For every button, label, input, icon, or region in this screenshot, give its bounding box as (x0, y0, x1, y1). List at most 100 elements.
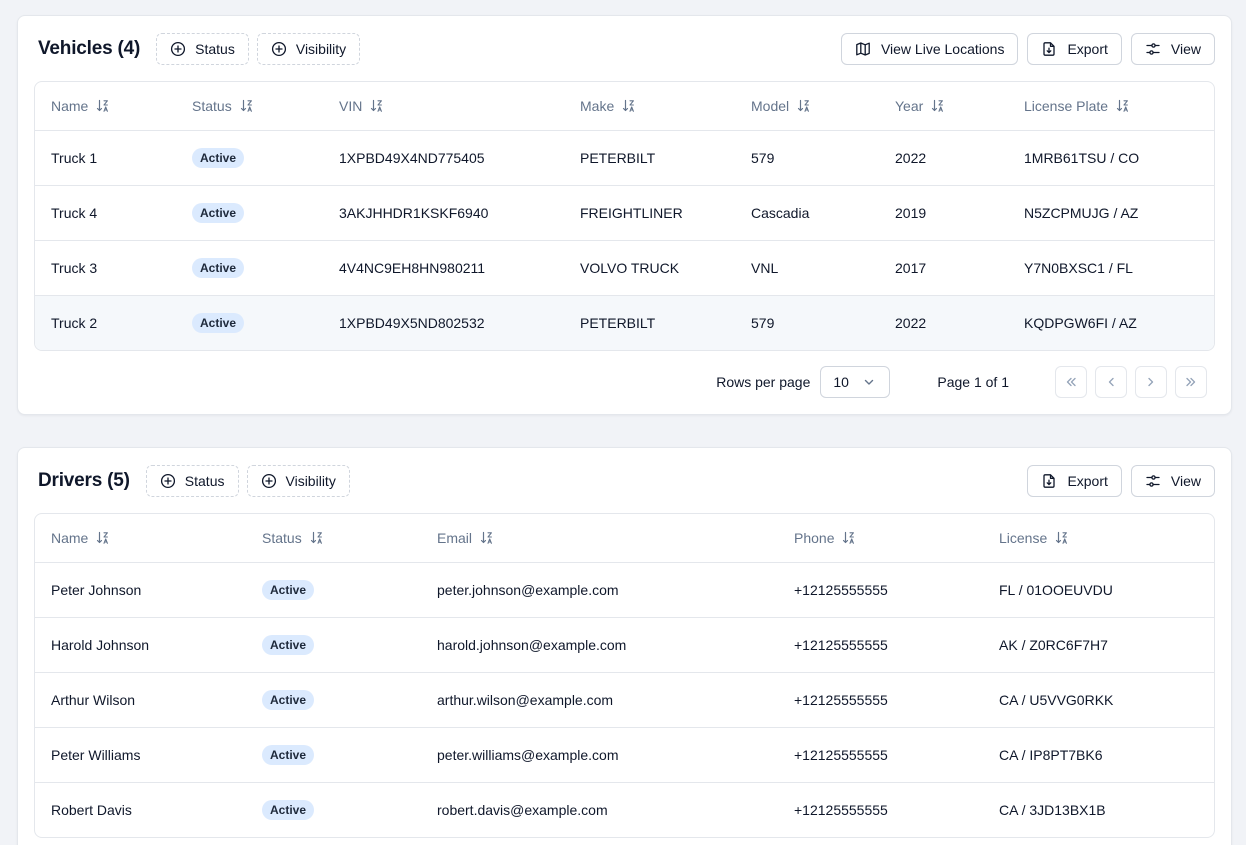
status-badge: Active (192, 147, 245, 168)
drivers-column-header-name[interactable]: Name (35, 514, 246, 563)
drivers-column-header-status[interactable]: Status (246, 514, 421, 563)
cell-text: Truck 4 (51, 204, 98, 221)
drivers-cell-license: CA / IP8PT7BK6 (983, 727, 1214, 783)
cell-text: VNL (751, 259, 779, 276)
sort-icon[interactable] (797, 99, 811, 113)
status-badge: Active (262, 799, 315, 820)
vehicles-export-button[interactable]: Export (1027, 33, 1122, 65)
vehicles-status-filter-button[interactable]: Status (156, 33, 249, 65)
vehicles-column-header-license-plate[interactable]: License Plate (1008, 82, 1214, 131)
vehicles-visibility-filter-button[interactable]: Visibility (256, 33, 361, 65)
drivers-cell-status: Active (246, 617, 421, 673)
vehicles-cell-model: VNL (735, 240, 879, 296)
cell-text: +12125555555 (794, 581, 888, 598)
drivers-header-row: Name Status Email Phone License (35, 514, 1214, 563)
cell-text: AK / Z0RC6F7H7 (999, 636, 1108, 653)
drivers-column-header-email[interactable]: Email (421, 514, 778, 563)
cell-text: PETERBILT (580, 314, 656, 331)
last-page-button[interactable] (1175, 366, 1207, 398)
table-row[interactable]: Peter Williams Active peter.williams@examp… (35, 727, 1214, 783)
table-row[interactable]: Robert Davis Active robert.davis@example.c… (35, 782, 1214, 837)
table-row[interactable]: Truck 4 Active 3AKJHHDR1KSKF6940 FREIGHTLIN… (35, 185, 1214, 241)
column-header-label: Name (51, 529, 89, 546)
sort-icon[interactable] (480, 531, 494, 545)
column-header-inner: VIN (339, 98, 384, 114)
cell-text: Cascadia (751, 204, 810, 221)
drivers-cell-phone: +12125555555 (778, 562, 983, 618)
vehicles-cell-model: 579 (735, 130, 879, 186)
vehicles-column-header-status[interactable]: Status (176, 82, 323, 131)
table-row[interactable]: Harold Johnson Active harold.johnson@examp… (35, 617, 1214, 673)
sort-icon[interactable] (96, 99, 110, 113)
drivers-column-header-license[interactable]: License (983, 514, 1214, 563)
rows-per-page-select[interactable]: 10 (820, 366, 891, 398)
vehicles-column-header-year[interactable]: Year (879, 82, 1008, 131)
sort-icon[interactable] (1055, 531, 1069, 545)
previous-page-button[interactable] (1095, 366, 1127, 398)
vehicles-column-header-vin[interactable]: VIN (323, 82, 564, 131)
column-header-inner: Email (437, 530, 494, 546)
view-live-locations-label: View Live Locations (880, 41, 1005, 57)
drivers-cell-status: Active (246, 562, 421, 618)
vehicles-cell-make: PETERBILT (564, 130, 735, 186)
status-badge: Active (192, 202, 245, 223)
file-export-icon (1041, 473, 1057, 489)
drivers-view-button[interactable]: View (1130, 465, 1215, 497)
sort-icon[interactable] (622, 99, 636, 113)
drivers-cell-license: CA / 3JD13BX1B (983, 782, 1214, 837)
cell-text: KQDPGW6FI / AZ (1024, 314, 1137, 331)
cell-text: Peter Johnson (51, 581, 142, 598)
vehicles-table-container: Name Status VIN Make Model Year License Plate … (34, 81, 1215, 351)
vehicles-column-header-model[interactable]: Model (735, 82, 879, 131)
table-row[interactable]: Arthur Wilson Active arthur.wilson@example… (35, 672, 1214, 728)
drivers-cell-email: peter.williams@example.com (421, 727, 778, 783)
sort-icon[interactable] (370, 99, 384, 113)
column-header-label: License Plate (1024, 97, 1109, 114)
drivers-export-button[interactable]: Export (1027, 465, 1122, 497)
vehicles-export-label: Export (1067, 41, 1108, 57)
column-header-inner: License (999, 530, 1069, 546)
column-header-label: Model (751, 97, 790, 114)
first-page-button[interactable] (1055, 366, 1087, 398)
column-header-label: Status (262, 529, 302, 546)
vehicles-cell-license-plate: KQDPGW6FI / AZ (1008, 295, 1214, 350)
table-row[interactable]: Truck 2 Active 1XPBD49X5ND802532 PETERBILT 5… (35, 295, 1214, 350)
vehicles-title: Vehicles (4) (38, 38, 141, 59)
vehicles-cell-license-plate: Y7N0BXSC1 / FL (1008, 240, 1214, 296)
drivers-cell-status: Active (246, 782, 421, 837)
sort-icon[interactable] (931, 99, 945, 113)
vehicles-column-header-name[interactable]: Name (35, 82, 176, 131)
column-header-label: Email (437, 529, 473, 546)
chevrons-right-icon (1183, 374, 1199, 390)
drivers-cell-phone: +12125555555 (778, 617, 983, 673)
vehicles-cell-vin: 1XPBD49X5ND802532 (323, 295, 564, 350)
drivers-visibility-filter-button[interactable]: Visibility (246, 465, 350, 497)
sort-icon[interactable] (1116, 99, 1130, 113)
sort-icon[interactable] (96, 531, 110, 545)
vehicles-column-header-make[interactable]: Make (564, 82, 735, 131)
vehicles-header: Vehicles (4) Status Visibility View Live… (18, 16, 1231, 82)
view-live-locations-button[interactable]: View Live Locations (840, 33, 1019, 65)
drivers-cell-name: Robert Davis (35, 782, 246, 837)
sort-icon[interactable] (240, 99, 254, 113)
cell-text: Truck 2 (51, 314, 98, 331)
file-export-icon (1041, 41, 1057, 57)
drivers-column-header-phone[interactable]: Phone (778, 514, 983, 563)
drivers-cell-status: Active (246, 727, 421, 783)
table-row[interactable]: Peter Johnson Active peter.johnson@example… (35, 562, 1214, 618)
rows-per-page-value: 10 (833, 374, 849, 390)
drivers-cell-phone: +12125555555 (778, 672, 983, 728)
vehicles-view-button[interactable]: View (1130, 33, 1215, 65)
vehicles-cell-make: FREIGHTLINER (564, 185, 735, 241)
sort-icon[interactable] (310, 531, 324, 545)
column-header-label: License (999, 529, 1048, 546)
vehicles-cell-vin: 4V4NC9EH8HN980211 (323, 240, 564, 296)
next-page-button[interactable] (1135, 366, 1167, 398)
table-row[interactable]: Truck 1 Active 1XPBD49X4ND775405 PETERBILT 5… (35, 130, 1214, 186)
status-badge: Active (262, 634, 315, 655)
table-row[interactable]: Truck 3 Active 4V4NC9EH8HN980211 VOLVO TRUC… (35, 240, 1214, 296)
drivers-view-label: View (1170, 473, 1201, 489)
drivers-status-filter-button[interactable]: Status (145, 465, 239, 497)
sort-icon[interactable] (842, 531, 856, 545)
cell-text: 579 (751, 314, 775, 331)
